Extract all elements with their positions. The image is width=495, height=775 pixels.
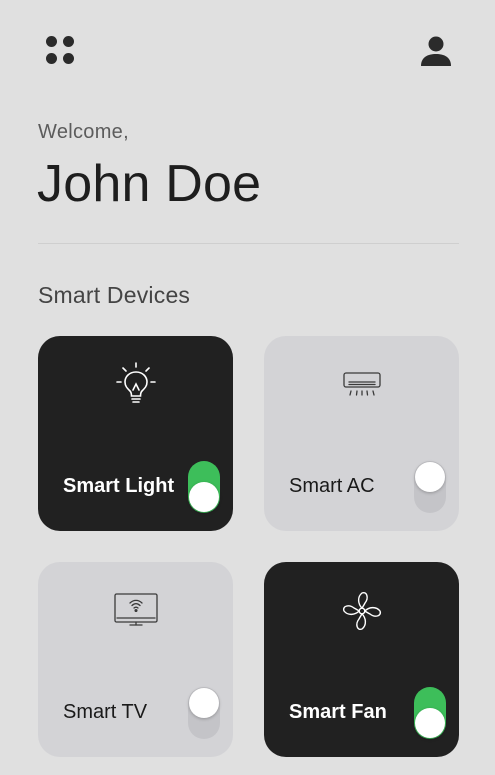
tv-icon [114,593,158,626]
device-toggle[interactable] [414,461,446,513]
toggle-knob [189,482,219,512]
device-card-smart-ac[interactable]: Smart AC [264,336,459,531]
smart-home-app: Welcome, John Doe Smart Devices Smart Li… [0,0,495,775]
toggle-knob [415,462,445,492]
device-toggle[interactable] [188,687,220,739]
device-label: Smart TV [63,701,148,723]
welcome-text: Welcome, [38,121,129,143]
user-icon [421,36,451,66]
air-conditioner-icon [343,372,381,396]
device-toggle[interactable] [414,687,446,739]
profile-button[interactable] [418,33,454,69]
device-label: Smart Light [63,475,175,497]
device-label: Smart Fan [289,701,387,723]
top-bar [0,0,495,100]
device-card-smart-light[interactable]: Smart Light [38,336,233,531]
device-toggle[interactable] [188,461,220,513]
device-label: Smart AC [289,475,375,497]
user-name: John Doe [37,155,262,213]
lightbulb-icon [116,362,156,403]
device-card-smart-fan[interactable]: Smart Fan [264,562,459,757]
section-title: Smart Devices [38,282,191,308]
device-card-smart-tv[interactable]: Smart TV [38,562,233,757]
toggle-knob [189,688,219,718]
toggle-knob [415,708,445,738]
divider [38,243,459,244]
menu-button[interactable] [44,34,78,68]
fan-icon [342,591,382,631]
